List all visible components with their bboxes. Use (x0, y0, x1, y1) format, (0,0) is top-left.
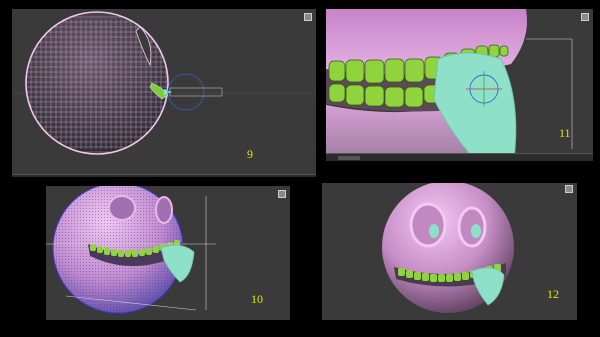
viewport-status-bar (12, 174, 316, 177)
viewport-panel-12[interactable]: 12 (322, 183, 577, 320)
shaded-face-render (382, 183, 514, 313)
viewport-status-bar (326, 153, 593, 161)
viewport-maximize-button[interactable] (581, 13, 589, 21)
viewport-panel-11[interactable]: 11 (326, 9, 593, 161)
wireframe-sphere-render (12, 11, 316, 155)
viewport-maximize-button[interactable] (565, 185, 573, 193)
status-field (338, 156, 360, 160)
step-number: 12 (547, 287, 559, 301)
viewport-maximize-button[interactable] (304, 13, 312, 21)
teeth-closeup-render (326, 9, 573, 160)
viewport-panel-9[interactable]: 9 (12, 9, 316, 177)
viewport-maximize-button[interactable] (278, 190, 286, 198)
viewport-panel-10[interactable]: 10 (46, 186, 290, 320)
step-number: 10 (251, 292, 263, 306)
step-number: 9 (247, 147, 253, 161)
step-number: 11 (559, 126, 571, 140)
